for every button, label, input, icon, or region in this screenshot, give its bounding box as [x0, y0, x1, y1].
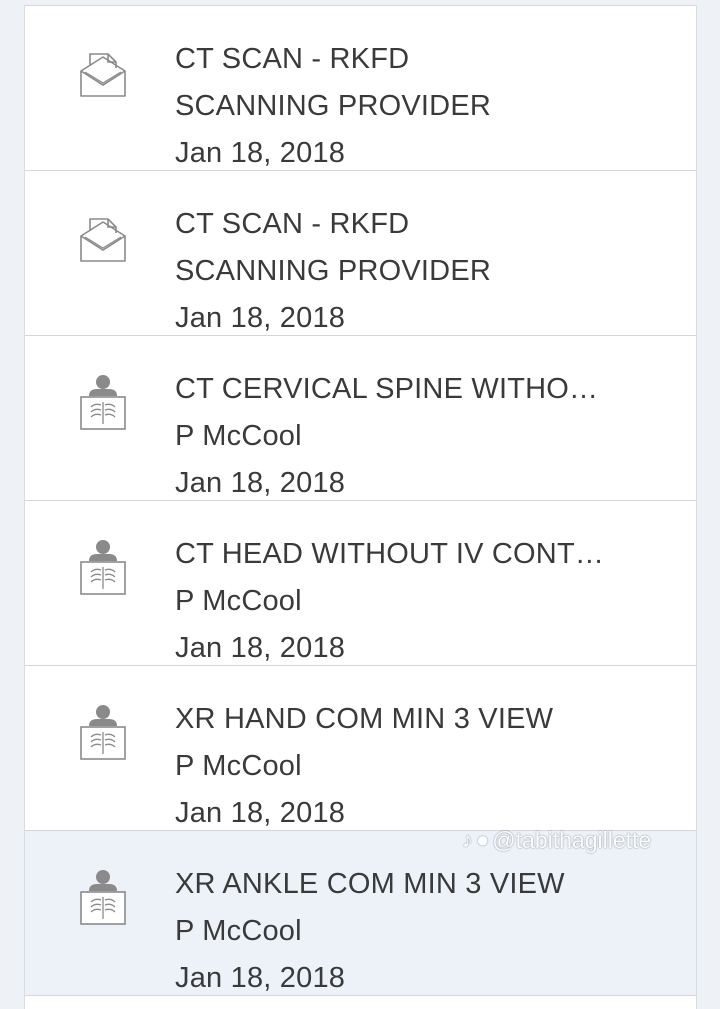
record-date: Jan 18, 2018	[175, 302, 346, 334]
record-text: CT HEAD WITHOUT IV CONTR… P McCool Jan 1…	[175, 531, 615, 672]
record-text: CT SCAN - RKFD SCANNING PROVIDER Jan 18,…	[175, 36, 615, 177]
record-date: Jan 18, 2018	[175, 632, 346, 664]
watermark-handle: @tabithagillette	[492, 827, 652, 853]
record-text: CT SCAN - RKFD SCANNING PROVIDER Jan 18,…	[175, 201, 615, 342]
xray-person-icon	[75, 869, 131, 929]
record-title: CT CERVICAL SPINE WITHOU…	[175, 373, 615, 405]
record-provider: SCANNING PROVIDER	[175, 90, 491, 122]
record-title: XR HAND COM MIN 3 VIEW	[175, 703, 554, 735]
envelope-document-icon	[75, 44, 131, 104]
record-date: Jan 18, 2018	[175, 137, 346, 169]
record-date: Jan 18, 2018	[175, 467, 346, 499]
record-provider: P McCool	[175, 585, 302, 617]
record-title: CT HEAD WITHOUT IV CONTR…	[175, 538, 615, 570]
user-icon: ●	[476, 827, 490, 852]
record-row[interactable]: CT SCAN - RKFD SCANNING PROVIDER Jan 18,…	[25, 6, 696, 171]
record-row[interactable]: CT CERVICAL SPINE WITHOU… P McCool Jan 1…	[25, 336, 696, 501]
envelope-document-icon	[75, 209, 131, 269]
record-provider: P McCool	[175, 420, 302, 452]
record-provider: P McCool	[175, 750, 302, 782]
record-row[interactable]: CT HEAD WITHOUT IV CONTR… P McCool Jan 1…	[25, 501, 696, 666]
xray-person-icon	[75, 374, 131, 434]
record-text: XR ANKLE COM MIN 3 VIEW P McCool Jan 18,…	[175, 861, 615, 1002]
record-text: XR HAND COM MIN 3 VIEW P McCool Jan 18, …	[175, 696, 615, 837]
tiktok-logo-icon: ♪	[462, 827, 473, 852]
record-title: XR ANKLE COM MIN 3 VIEW	[175, 868, 565, 900]
xray-person-icon	[75, 539, 131, 599]
record-date: Jan 18, 2018	[175, 962, 346, 994]
records-list: CT SCAN - RKFD SCANNING PROVIDER Jan 18,…	[24, 5, 697, 1009]
watermark: ♪ ● @tabithagillette	[462, 825, 651, 855]
xray-person-icon	[75, 704, 131, 764]
record-provider: SCANNING PROVIDER	[175, 255, 491, 287]
record-title: CT SCAN - RKFD	[175, 43, 410, 75]
record-row[interactable]: CT SCAN - RKFD SCANNING PROVIDER Jan 18,…	[25, 171, 696, 336]
record-title: CT SCAN - RKFD	[175, 208, 410, 240]
record-text: CT CERVICAL SPINE WITHOU… P McCool Jan 1…	[175, 366, 615, 507]
record-row[interactable]: XR HAND COM MIN 3 VIEW P McCool Jan 18, …	[25, 666, 696, 831]
record-provider: P McCool	[175, 915, 302, 947]
record-row-selected[interactable]: XR ANKLE COM MIN 3 VIEW P McCool Jan 18,…	[25, 831, 696, 996]
